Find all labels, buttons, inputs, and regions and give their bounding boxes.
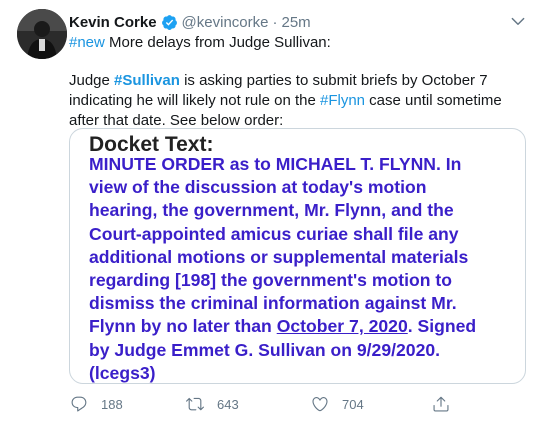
docket-line: by Judge Emmet G. Sullivan on 9/29/2020. xyxy=(89,339,441,360)
like-button[interactable]: 704 xyxy=(311,394,364,414)
docket-line: hearing, the government, Mr. Flynn, and … xyxy=(89,200,454,221)
tweet-actions: 188 643 704 xyxy=(0,394,541,414)
tweet-text-paragraph: Judge #Sullivan is asking parties to sub… xyxy=(69,71,529,131)
display-name[interactable]: Kevin Corke xyxy=(69,14,157,31)
docket-date: October 7, 2020 xyxy=(276,316,408,337)
avatar[interactable] xyxy=(17,9,67,59)
retweet-count: 643 xyxy=(217,396,239,412)
hashtag-sullivan[interactable]: #Sullivan xyxy=(114,72,180,89)
tweet[interactable]: Kevin Corke @kevincorke · 25m #new More … xyxy=(0,0,541,423)
tweet-text-line1: #new More delays from Judge Sullivan: xyxy=(69,33,331,53)
tweet-text: More delays from Judge Sullivan: xyxy=(104,34,331,51)
share-icon xyxy=(433,396,449,412)
reply-count: 188 xyxy=(101,396,123,412)
docket-line: Flynn by no later than October 7, 2020. … xyxy=(89,315,519,338)
reply-button[interactable]: 188 xyxy=(70,394,123,414)
docket-body: MINUTE ORDER as to MICHAEL T. FLYNN. In … xyxy=(89,153,519,383)
retweet-icon xyxy=(186,397,204,411)
retweet-button[interactable]: 643 xyxy=(186,394,239,414)
heart-icon xyxy=(312,397,328,412)
verified-badge-icon xyxy=(161,14,177,30)
timestamp[interactable]: 25m xyxy=(281,14,310,31)
separator-dot: · xyxy=(272,13,278,31)
docket-line-pre: Flynn by no later than xyxy=(89,316,277,337)
docket-line: regarding [198] the government's motion … xyxy=(89,270,452,291)
docket-line-post: . Signed xyxy=(407,316,477,337)
reply-icon xyxy=(71,396,87,412)
handle[interactable]: @kevincorke xyxy=(182,14,269,31)
tweet-header: Kevin Corke @kevincorke · 25m xyxy=(69,11,311,33)
docket-line: Court-appointed amicus curiae shall file… xyxy=(89,223,459,244)
docket-line: additional motions or supplemental mater… xyxy=(89,246,469,267)
tweet-text-part1: Judge xyxy=(69,72,115,89)
chevron-down-icon[interactable] xyxy=(509,12,527,30)
share-button[interactable] xyxy=(432,394,450,414)
docket-line: view of the discussion at today's motion xyxy=(89,177,427,198)
docket-line: dismiss the criminal information against… xyxy=(89,293,457,314)
hashtag-flynn[interactable]: #Flynn xyxy=(320,92,365,109)
hashtag-new[interactable]: #new xyxy=(69,34,105,51)
tweet-media-image[interactable]: Docket Text: MINUTE ORDER as to MICHAEL … xyxy=(69,128,526,384)
docket-line: (lcegs3) xyxy=(89,362,156,383)
like-count: 704 xyxy=(342,396,364,412)
avatar-image xyxy=(17,9,67,59)
docket-line: MINUTE ORDER as to MICHAEL T. FLYNN. In xyxy=(89,154,462,174)
